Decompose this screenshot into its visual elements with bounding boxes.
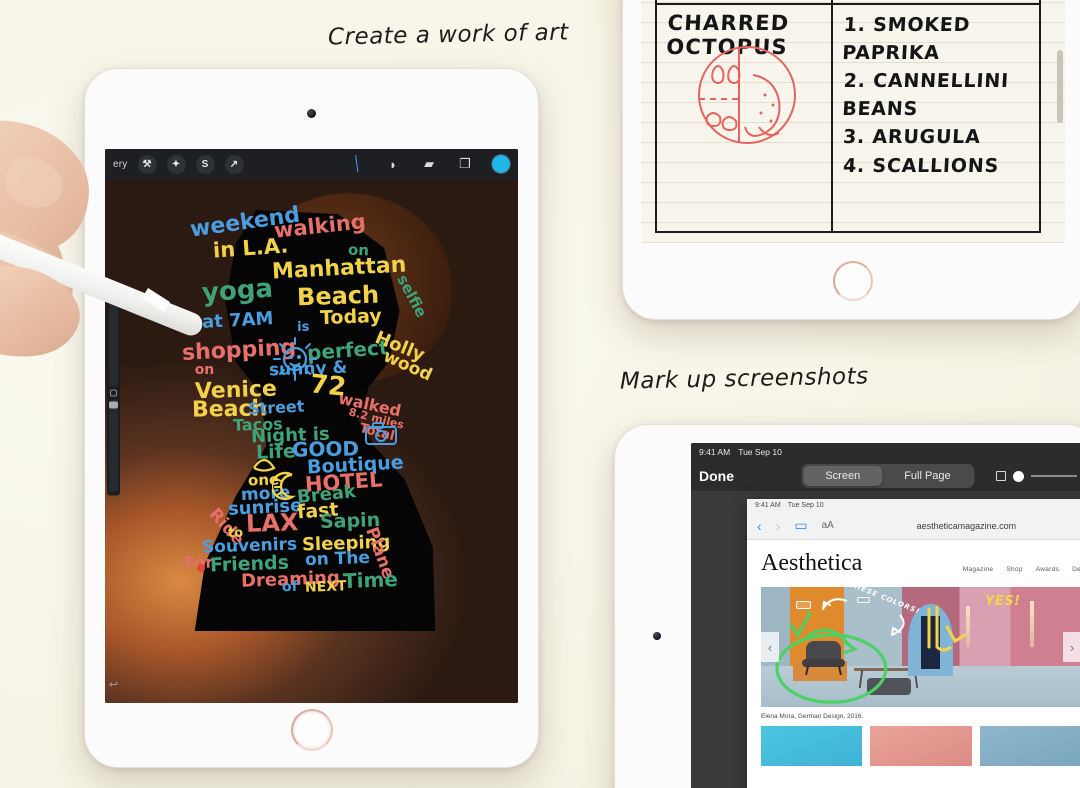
note-cell-charred-octopus: CHARRED OCTOPUS xyxy=(657,5,833,231)
word-art-word: selfie xyxy=(393,271,431,321)
caption-mark-up-screenshots: Mark up screenshots xyxy=(619,363,869,395)
nav-item-de[interactable]: De xyxy=(1072,566,1080,573)
note-item-3: 3. ARUGULA xyxy=(842,126,981,149)
word-art-word: of xyxy=(281,578,298,596)
safari-status-time: 9:41 AM xyxy=(755,502,781,509)
url-text[interactable]: aestheticamagazine.com xyxy=(848,521,1080,531)
thumbnail-3[interactable] xyxy=(979,726,1080,766)
word-art-word: LAX xyxy=(245,508,299,538)
markup-screen: 9:41 AM Tue Sep 10 Done Screen Full Page xyxy=(691,443,1080,788)
annotation-yes: YES! xyxy=(985,594,1021,610)
opacity-slider-knob[interactable] xyxy=(1013,470,1024,482)
layers-icon[interactable]: ❐ xyxy=(456,155,474,173)
notes-scrollbar[interactable] xyxy=(1057,49,1063,124)
hero-caption: Elena Mora, German Design, 2016. xyxy=(761,713,864,720)
markup-annotations-svg xyxy=(775,598,967,704)
moon-doodle-icon xyxy=(271,471,296,501)
notes-screen: MIGNONETTE SPECIAL TONIGHT: CAPE COD OYS… xyxy=(641,0,1065,243)
smudge-icon[interactable]: ◗ xyxy=(384,155,402,173)
magazine-nav: Magazine Shop Awards De xyxy=(963,566,1080,577)
safari-screenshot-preview: 9:41 AM Tue Sep 10 ‹ › ▭ aA aestheticama… xyxy=(747,499,1080,788)
word-art-word: on The xyxy=(304,548,371,571)
eraser-icon[interactable]: ▰ xyxy=(420,155,438,173)
screen-fullpage-segmented-control[interactable]: Screen Full Page xyxy=(801,464,975,488)
done-button[interactable]: Done xyxy=(699,468,734,484)
brush-icon[interactable]: ╱ xyxy=(344,151,369,176)
shape-tool-icon[interactable] xyxy=(996,471,1006,481)
home-button[interactable] xyxy=(290,709,333,751)
markup-statusbar: 9:41 AM Tue Sep 10 xyxy=(691,443,1080,461)
octopus-sketch-icon xyxy=(698,46,796,144)
tab-screen[interactable]: Screen xyxy=(803,466,883,486)
tab-full-page[interactable]: Full Page xyxy=(882,466,972,486)
procreate-paint-tools: ╱ ◗ ▰ ❐ xyxy=(348,155,510,173)
thumbnail-1[interactable] xyxy=(761,726,863,766)
bookmarks-icon[interactable]: ▭ xyxy=(794,517,807,534)
poster-canvas: Create a work of art Mark up screenshots xyxy=(0,0,1080,788)
safari-address-bar[interactable]: ‹ › ▭ aA aestheticamagazine.com xyxy=(747,512,1080,540)
ipad-device-markup: 9:41 AM Tue Sep 10 Done Screen Full Page xyxy=(612,422,1080,788)
front-camera-icon xyxy=(653,632,661,640)
forward-icon[interactable]: › xyxy=(776,518,781,534)
magazine-hero-image: THESE COLORS! YES! ‹ › xyxy=(761,587,1080,707)
note-table: MIGNONETTE SPECIAL TONIGHT: CAPE COD OYS… xyxy=(655,0,1041,233)
taco-doodle-icon xyxy=(253,458,276,472)
ipad-device-notes: MIGNONETTE SPECIAL TONIGHT: CAPE COD OYS… xyxy=(620,0,1080,322)
nav-item-magazine[interactable]: Magazine xyxy=(963,566,994,573)
front-camera-icon xyxy=(307,109,316,118)
nav-item-shop[interactable]: Shop xyxy=(1006,566,1022,573)
magazine-thumbnails xyxy=(747,724,1080,768)
statusbar-date: Tue Sep 10 xyxy=(738,447,782,457)
safari-statusbar: 9:41 AM Tue Sep 10 xyxy=(747,499,1080,512)
opacity-slider-rail[interactable] xyxy=(1031,475,1077,477)
note-item-4: 4. SCALLIONS xyxy=(842,154,1000,177)
color-swatch-button[interactable] xyxy=(492,155,510,173)
back-icon[interactable]: ‹ xyxy=(757,518,762,534)
markup-toolbar-right xyxy=(996,470,1077,482)
safari-status-date: Tue Sep 10 xyxy=(787,502,824,509)
note-cell-ingredients: 1. SMOKED PAPRIKA 2. CANNELLINI BEANS 3.… xyxy=(833,5,1039,231)
caption-create-a-work-of-art: Create a work of art xyxy=(327,19,569,51)
camera-doodle-icon xyxy=(364,422,397,446)
nav-item-awards[interactable]: Awards xyxy=(1036,566,1059,573)
statusbar-time: 9:41 AM xyxy=(699,447,731,457)
undo-button[interactable]: ↩ xyxy=(107,678,120,691)
word-art-word: NEXT xyxy=(304,578,347,596)
hand-holding-pencil xyxy=(0,120,203,357)
magazine-masthead: Aesthetica xyxy=(761,550,863,576)
home-button[interactable] xyxy=(833,261,873,301)
hero-next-button[interactable]: › xyxy=(1063,632,1080,662)
red-dot-marker xyxy=(197,563,206,572)
note-item-2: 2. CANNELLINI BEANS xyxy=(841,70,1010,121)
magazine-header: Aesthetica Magazine Shop Awards De xyxy=(747,540,1080,583)
word-art-word: Time xyxy=(342,567,399,594)
thumbnail-2[interactable] xyxy=(870,726,972,766)
word-art-word: Today xyxy=(319,305,383,330)
sun-doodle-icon xyxy=(272,337,317,382)
word-art-word: is xyxy=(297,319,310,335)
markup-toolbar: Done Screen Full Page xyxy=(691,461,1080,491)
note-item-1: 1. SMOKED PAPRIKA xyxy=(841,14,971,65)
hero-prev-button[interactable]: ‹ xyxy=(761,632,779,662)
reader-view-icon[interactable]: aA xyxy=(822,520,834,531)
